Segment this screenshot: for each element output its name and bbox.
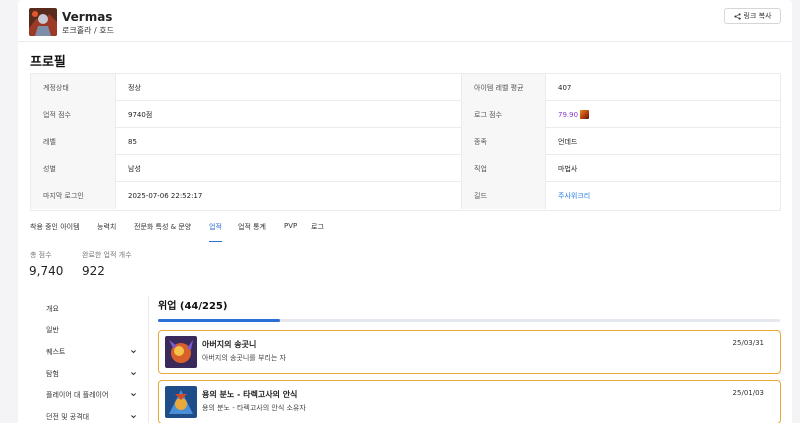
profile-value: 2025-07-06 22:52:17 [115,182,461,209]
guild-link-label: 주사위크리 [558,191,591,200]
profile-value: 9740점 [115,101,461,128]
profile-label: 종족 [461,128,545,155]
achievement-description: 아버지의 송곳니를 부리는 자 [202,354,286,362]
profile-row: 업적 점수 9740점 로그 점수 79.90 [31,101,780,128]
profile-value: 남성 [115,155,461,182]
section-title: 프로필 [30,55,66,70]
chevron-down-icon[interactable] [130,348,137,355]
profile-value: 언데드 [545,128,780,155]
tab-specialization[interactable]: 전문화 특성 & 문양 [134,222,191,242]
category-title: 위업 (44/225) [158,301,228,312]
completed-count-label: 완료한 업적 개수 [82,251,132,259]
profile-label: 성별 [31,155,115,182]
profile-value: 정상 [115,74,461,101]
achievement-title: 용의 분노 - 타렉고사의 안식 [202,390,298,399]
copy-link-button[interactable]: 링크 복사 [724,8,781,24]
achievement-description: 용의 분노 - 타렉고사의 안식 소유자 [202,404,306,412]
profile-value: 마법사 [545,155,780,182]
content-divider [148,296,149,423]
profile-label: 직업 [461,155,545,182]
guild-link[interactable]: 주사위크리 [545,182,780,209]
profile-value: 85 [115,128,461,155]
character-avatar [29,8,57,36]
chevron-down-icon[interactable] [130,370,137,377]
sidebar-item-quests[interactable]: 퀘스트 [46,347,65,357]
achievement-category-sidebar: 개요 일반 퀘스트 탐험 플레이어 대 플레이어 던전 및 공격대 [18,290,146,423]
log-score-number: 79.90 [558,110,579,119]
profile-row: 계정상태 정상 아이템 레벨 평균 407 [31,74,780,101]
character-name: Vermas [62,10,113,24]
profile-label: 길드 [461,182,545,209]
profile-label: 업적 점수 [31,101,115,128]
achievement-card[interactable]: 용의 분노 - 타렉고사의 안식 용의 분노 - 타렉고사의 안식 소유자 25… [158,380,781,423]
profile-label: 계정상태 [31,74,115,101]
share-icon [733,12,741,20]
profile-row: 마지막 로그인 2025-07-06 22:52:17 길드 주사위크리 [31,182,780,209]
profile-label: 레벨 [31,128,115,155]
profile-row: 레벨 85 종족 언데드 [31,128,780,155]
tab-achievements[interactable]: 업적 [209,222,222,242]
profile-card: Vermas 로크홀라 / 호드 링크 복사 프로필 계정상태 정상 아이템 레… [18,0,792,423]
profile-table: 계정상태 정상 아이템 레벨 평균 407 업적 점수 9740점 로그 점수 … [30,73,781,211]
achievement-icon [165,336,197,368]
sidebar-item-general[interactable]: 일반 [46,325,59,335]
profile-label: 아이템 레벨 평균 [461,74,545,101]
achievement-date: 25/03/31 [732,339,764,347]
profile-row: 성별 남성 직업 마법사 [31,155,780,182]
chevron-down-icon[interactable] [130,413,137,420]
total-score-value: 9,740 [29,264,64,278]
character-header: Vermas 로크홀라 / 호드 링크 복사 [18,0,792,42]
copy-link-label: 링크 복사 [743,12,772,20]
character-server: 로크홀라 / 호드 [62,26,114,35]
achievement-title: 아버지의 송곳니 [202,340,257,349]
completed-count-value: 922 [82,264,105,278]
sidebar-item-overview[interactable]: 개요 [46,304,59,314]
profile-label: 로그 점수 [461,101,545,128]
category-progress-bar [158,319,780,322]
sidebar-item-pvp[interactable]: 플레이어 대 플레이어 [46,390,108,400]
tab-achievement-stats[interactable]: 업적 통계 [238,222,266,242]
tab-stats[interactable]: 능력치 [97,222,116,242]
log-score-value[interactable]: 79.90 [545,101,780,128]
tab-log[interactable]: 로그 [311,222,324,242]
profile-value: 407 [545,74,780,101]
achievement-card[interactable]: 아버지의 송곳니 아버지의 송곳니를 부리는 자 25/03/31 [158,330,781,374]
profile-label: 마지막 로그인 [31,182,115,209]
tab-equipped-items[interactable]: 착용 중인 아이템 [30,222,80,242]
chevron-down-icon[interactable] [130,391,137,398]
sidebar-item-exploration[interactable]: 탐험 [46,369,59,379]
total-score-label: 총 점수 [30,251,52,259]
achievement-icon [165,386,197,418]
log-class-icon [580,110,590,119]
tab-pvp[interactable]: PVP [284,222,297,242]
sidebar-item-dungeons-raids[interactable]: 던전 및 공격대 [46,412,89,422]
category-progress-fill [158,319,280,322]
achievement-date: 25/01/03 [732,389,764,397]
